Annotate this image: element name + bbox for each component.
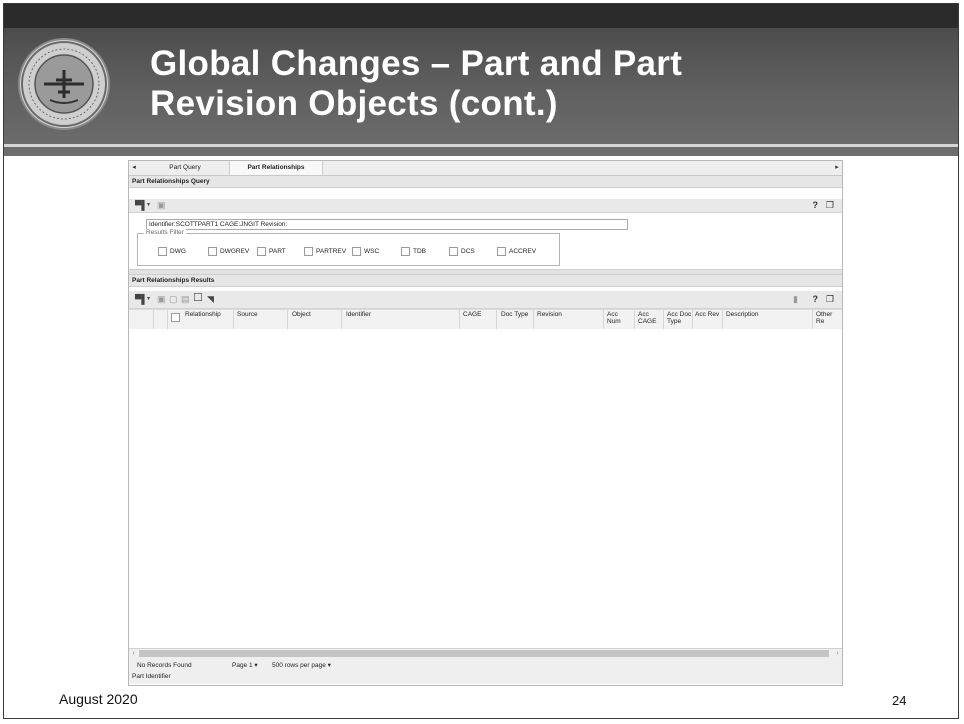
page-selector[interactable]: Page 1 ▾ <box>232 662 258 670</box>
results-table-header: Relationship Source Object Identifier CA… <box>129 309 842 330</box>
query-section-title: Part Relationships Query <box>129 176 842 188</box>
slide-page-number: 24 <box>892 693 907 708</box>
select-all-checkbox[interactable] <box>171 313 183 322</box>
results-help-icon[interactable]: ? <box>813 291 819 308</box>
slide-title-line-2: Revision Objects (cont.) <box>150 84 558 123</box>
filter-part-checkbox[interactable]: PART <box>257 247 286 256</box>
slide-frame: Global Changes – Part and Part Revision … <box>3 3 959 719</box>
document-icon[interactable]: ▢ <box>169 295 178 304</box>
filter-accrev-checkbox[interactable]: ACCREV <box>497 247 536 256</box>
filter-wsc-checkbox[interactable]: WSC <box>352 247 379 256</box>
save-query-icon[interactable]: ▣ <box>157 201 166 210</box>
scroll-right-arrow-icon[interactable]: › <box>833 649 842 658</box>
jedmics-seal-logo <box>18 38 110 130</box>
tab-bar: ◂ Part Query Part Relationships ▸ <box>129 161 842 176</box>
copy-icon[interactable]: ▣ <box>157 295 166 304</box>
filter-icon[interactable]: ◥ <box>207 295 214 304</box>
tab-part-query[interactable]: Part Query <box>141 161 230 175</box>
column-header-acc-doc-type[interactable]: Acc Doc Type <box>667 311 691 325</box>
column-header-cage[interactable]: CAGE <box>463 311 481 318</box>
query-toolbar: ▀▌ ▾ ▣ ? ❐ <box>129 199 842 213</box>
header-divider <box>4 144 958 147</box>
select-all-icon[interactable]: ☐ <box>193 293 203 304</box>
horizontal-scrollbar[interactable]: ‹ › <box>129 648 842 658</box>
query-help-icon[interactable]: ? <box>813 199 819 212</box>
dropdown-arrow-icon[interactable]: ▾ <box>147 295 150 304</box>
slide-title-line-1: Global Changes – Part and Part <box>150 44 683 83</box>
results-filter-group: Results Filter DWG DWGREV PART PARTREV W… <box>137 229 560 266</box>
column-header-acc-rev[interactable]: Acc Rev <box>695 311 719 318</box>
rows-per-page-selector[interactable]: 500 rows per page ▾ <box>272 662 331 670</box>
dropdown-arrow-icon[interactable]: ▾ <box>147 201 150 210</box>
results-menu-icon[interactable]: ▀▌ <box>135 295 148 304</box>
app-window: ◂ Part Query Part Relationships ▸ Part R… <box>128 160 843 686</box>
query-restore-window-icon[interactable]: ❐ <box>826 199 834 212</box>
tab-scroll-right-icon[interactable]: ▸ <box>832 161 842 175</box>
column-header-acc-num[interactable]: Acc Num <box>607 311 621 325</box>
column-header-acc-cage[interactable]: Acc CAGE <box>638 311 656 325</box>
filter-dcs-checkbox[interactable]: DCS <box>449 247 475 256</box>
slide-date: August 2020 <box>59 691 138 707</box>
filter-tdb-checkbox[interactable]: TDB <box>401 247 426 256</box>
records-status: No Records Found <box>137 662 192 669</box>
column-header-relationship[interactable]: Relationship <box>185 311 221 318</box>
slide-title: Global Changes – Part and Part Revision … <box>150 44 850 124</box>
results-table-body <box>129 329 842 647</box>
results-restore-window-icon[interactable]: ❐ <box>826 291 834 308</box>
attachment-icon[interactable]: ▤ <box>181 295 190 304</box>
results-footer: No Records Found Page 1 ▾ 500 rows per p… <box>129 658 842 684</box>
results-filter-legend: Results Filter <box>144 229 186 236</box>
column-header-identifier[interactable]: Identifier <box>346 311 371 318</box>
slide-header: Global Changes – Part and Part Revision … <box>4 4 958 156</box>
scroll-left-arrow-icon[interactable]: ‹ <box>129 649 138 658</box>
column-header-source[interactable]: Source <box>237 311 258 318</box>
filter-dwg-checkbox[interactable]: DWG <box>158 247 186 256</box>
tab-scroll-left-icon[interactable]: ◂ <box>129 161 139 175</box>
filter-dwgrev-checkbox[interactable]: DWGREV <box>208 247 249 256</box>
scrollbar-thumb[interactable] <box>139 650 829 657</box>
query-input[interactable]: Identifier:SCOTTPART1 CAGE:JNGIT Revisio… <box>146 219 628 230</box>
tab-part-relationships[interactable]: Part Relationships <box>230 161 323 175</box>
column-header-revision[interactable]: Revision <box>537 311 562 318</box>
column-header-other-re[interactable]: Other Re <box>816 311 842 325</box>
status-bar-text: Part Identifier <box>132 673 171 680</box>
filter-partrev-checkbox[interactable]: PARTREV <box>304 247 346 256</box>
trash-icon[interactable]: ▮ <box>793 295 798 304</box>
results-section-title: Part Relationships Results <box>129 275 842 287</box>
new-query-icon[interactable]: ▀▌ <box>135 201 148 210</box>
results-toolbar: ▀▌ ▾ ▣ ▢ ▤ ☐ ◥ ▮ ? ❐ <box>129 291 842 309</box>
column-header-object[interactable]: Object <box>292 311 311 318</box>
column-header-description[interactable]: Description <box>726 311 759 318</box>
column-header-doc-type[interactable]: Doc Type <box>501 311 528 318</box>
